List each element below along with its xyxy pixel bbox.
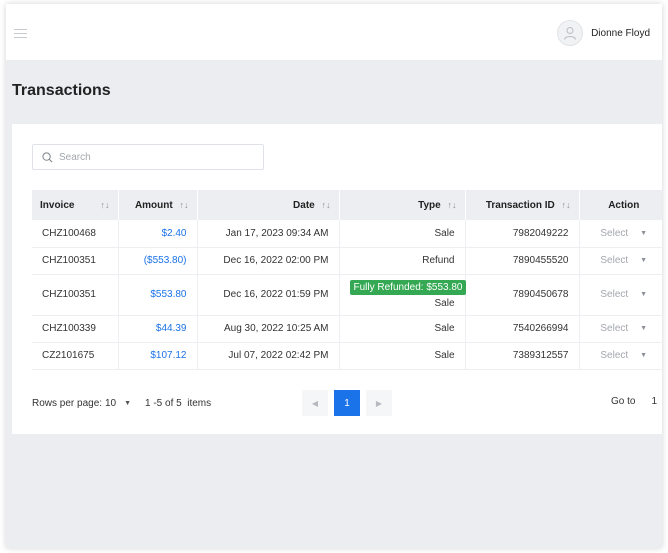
table-row: CHZ100468 $2.40 Jan 17, 2023 09:34 AM Sa… <box>32 220 662 248</box>
column-label-type: Type <box>418 199 441 211</box>
action-select-label: Select <box>600 350 629 361</box>
app-window: Dionne Floyd Transactions Search Invoice… <box>6 4 662 548</box>
date-cell: Dec 16, 2022 01:59 PM <box>197 274 340 316</box>
amount-link[interactable]: $107.12 <box>118 342 198 370</box>
action-select-label: Select <box>600 255 629 266</box>
refund-status-badge: Fully Refunded: $553.80 <box>349 279 467 295</box>
action-cell: Select ▼ <box>579 247 662 275</box>
top-bar: Dionne Floyd <box>6 4 662 60</box>
action-cell: Select ▼ <box>579 274 662 316</box>
caret-down-icon: ▼ <box>640 352 648 359</box>
rows-per-page-value: 10 <box>105 398 117 409</box>
user-avatar-icon <box>557 20 584 46</box>
column-header-transaction-id[interactable]: Transaction ID ↑↓ <box>465 190 580 220</box>
action-select-label: Select <box>600 289 629 300</box>
hamburger-menu-icon[interactable] <box>14 29 27 38</box>
chevron-left-icon[interactable]: ◀ <box>302 390 328 416</box>
column-label-amount: Amount <box>134 199 173 211</box>
table-row: CZ2101675 $107.12 Jul 07, 2022 02:42 PM … <box>32 342 662 370</box>
table-footer: Rows per page: 10 ▼ 1 -5 of 5 items ◀ 1 … <box>32 390 662 418</box>
caret-down-icon: ▼ <box>640 325 648 332</box>
table-row: CHZ100351 $553.80 Dec 16, 2022 01:59 PM … <box>32 274 662 316</box>
invoice-cell: CHZ100468 <box>32 220 119 248</box>
page-title: Transactions <box>12 82 111 99</box>
type-cell: Fully Refunded: $553.80 Sale <box>339 274 467 316</box>
sort-arrows-icon[interactable]: ↑↓ <box>180 200 189 210</box>
date-cell: Jan 17, 2023 09:34 AM <box>197 220 340 248</box>
transactions-table: Invoice ↑↓ Amount ↑↓ Date ↑↓ Type ↑↓ Tra… <box>32 190 662 370</box>
rows-per-page-select[interactable]: 10 ▼ <box>105 398 131 409</box>
sort-arrows-icon[interactable]: ↑↓ <box>101 200 110 210</box>
pagination: ◀ 1 ▶ <box>302 390 392 416</box>
caret-down-icon: ▼ <box>661 398 662 405</box>
invoice-cell: CZ2101675 <box>32 342 119 370</box>
transactions-card: Invoice ↑↓ Amount ↑↓ Date ↑↓ Type ↑↓ <box>12 124 662 434</box>
transaction-id-cell: 7982049222 <box>465 220 580 248</box>
search-box[interactable] <box>32 144 264 170</box>
action-select[interactable]: Select ▼ <box>590 289 659 300</box>
column-label-invoice: Invoice <box>40 199 75 211</box>
amount-link[interactable]: ($553.80) <box>118 247 198 275</box>
user-name: Dionne Floyd <box>591 27 650 39</box>
invoice-cell: CHZ100351 <box>32 247 119 275</box>
column-header-type[interactable]: Type ↑↓ <box>339 190 466 220</box>
transaction-id-cell: 7890450678 <box>465 274 580 316</box>
invoice-cell: CHZ100339 <box>32 315 119 343</box>
amount-link[interactable]: $44.39 <box>118 315 198 343</box>
column-label-date: Date <box>293 199 315 211</box>
action-select-label: Select <box>600 323 629 334</box>
caret-down-icon: ▼ <box>124 400 132 407</box>
caret-down-icon: ▼ <box>640 229 648 237</box>
search-input[interactable] <box>59 151 249 163</box>
type-label: Sale <box>434 297 455 309</box>
page-button-current[interactable]: 1 <box>334 390 360 416</box>
invoice-cell: CHZ100351 <box>32 274 119 316</box>
user-menu[interactable]: Dionne Floyd <box>557 20 650 46</box>
action-select-label: Select <box>600 227 629 239</box>
action-select[interactable]: Select ▼ <box>590 228 659 239</box>
type-cell: Sale <box>339 342 466 370</box>
goto-page-select[interactable]: 1 ▼ <box>652 396 663 407</box>
caret-down-icon: ▼ <box>640 291 648 298</box>
column-label-transaction-id: Transaction ID <box>485 199 555 211</box>
type-cell: Sale <box>339 220 466 248</box>
amount-link[interactable]: $2.40 <box>118 220 198 248</box>
date-cell: Jul 07, 2022 02:42 PM <box>197 342 340 370</box>
chevron-right-icon[interactable]: ▶ <box>366 390 392 416</box>
column-header-amount[interactable]: Amount ↑↓ <box>118 190 198 220</box>
date-cell: Aug 30, 2022 10:25 AM <box>197 315 340 343</box>
amount-link[interactable]: $553.80 <box>118 274 198 316</box>
action-select[interactable]: Select ▼ <box>590 350 659 361</box>
action-select[interactable]: Select ▼ <box>590 255 659 266</box>
caret-down-icon: ▼ <box>640 257 648 264</box>
action-select[interactable]: Select ▼ <box>590 323 659 334</box>
sort-arrows-icon[interactable]: ↑↓ <box>448 200 457 210</box>
date-cell: Dec 16, 2022 02:00 PM <box>197 247 340 275</box>
table-header-row: Invoice ↑↓ Amount ↑↓ Date ↑↓ Type ↑↓ Tra… <box>32 190 662 220</box>
action-cell: Select ▼ <box>579 342 662 370</box>
rows-per-page-label: Rows per page: <box>32 398 103 409</box>
transaction-id-cell: 7540266994 <box>465 315 580 343</box>
goto-page: Go to 1 ▼ <box>611 396 662 407</box>
items-count: 1 -5 of 5 items <box>145 398 212 409</box>
goto-page-value: 1 <box>651 396 658 407</box>
action-cell: Select ▼ <box>579 315 662 343</box>
column-label-action: Action <box>608 199 640 211</box>
type-cell: Refund <box>339 247 466 275</box>
sort-arrows-icon[interactable]: ↑↓ <box>562 200 571 210</box>
column-header-invoice[interactable]: Invoice ↑↓ <box>32 190 119 220</box>
column-header-action: Action <box>579 190 662 220</box>
table-row: CHZ100339 $44.39 Aug 30, 2022 10:25 AM S… <box>32 315 662 343</box>
transaction-id-cell: 7890455520 <box>465 247 580 275</box>
column-header-date[interactable]: Date ↑↓ <box>197 190 340 220</box>
search-icon <box>42 151 53 162</box>
sort-arrows-icon[interactable]: ↑↓ <box>322 200 331 210</box>
table-row: CHZ100351 ($553.80) Dec 16, 2022 02:00 P… <box>32 247 662 275</box>
goto-label: Go to <box>611 396 636 407</box>
transaction-id-cell: 7389312557 <box>465 342 580 370</box>
type-cell: Sale <box>339 315 466 343</box>
action-cell: Select ▼ <box>579 220 662 248</box>
